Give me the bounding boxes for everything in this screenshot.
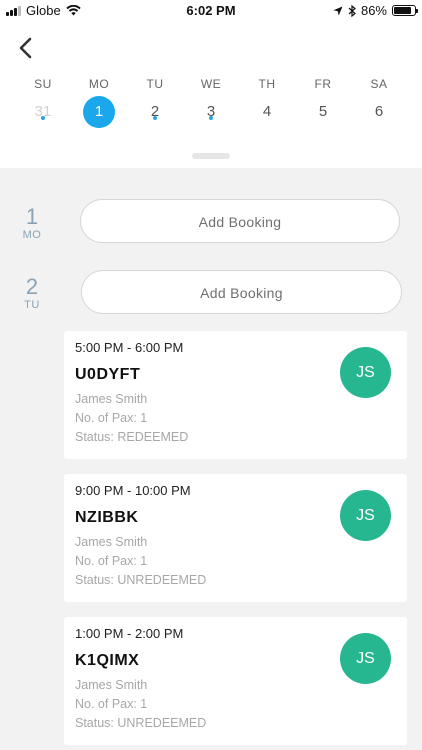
day-of-week-label: SU	[34, 77, 52, 91]
day-number: 31	[34, 103, 52, 120]
day-number: 5	[318, 103, 328, 120]
booking-status: Status: UNREDEEMED	[75, 573, 207, 587]
booking-time: 5:00 PM - 6:00 PM	[75, 340, 184, 355]
add-booking-button[interactable]: Add Booking	[80, 199, 400, 243]
add-booking-button[interactable]: Add Booking	[81, 270, 402, 314]
guest-name: James Smith	[75, 535, 148, 549]
avatar: JS	[340, 347, 391, 398]
booking-card[interactable]: 5:00 PM - 6:00 PM U0DYFT James Smith No.…	[64, 331, 407, 459]
day-of-week-label: TH	[258, 77, 276, 91]
day-number: 6	[374, 103, 384, 120]
booking-code: K1QIMX	[75, 652, 140, 669]
booking-card[interactable]: 1:00 PM - 2:00 PM K1QIMX James Smith No.…	[64, 617, 407, 745]
event-indicator-dot	[209, 116, 213, 120]
date-label-2: 2 TU	[14, 274, 50, 312]
booking-code: NZIBBK	[75, 509, 139, 526]
status-right: 86%	[333, 3, 418, 18]
location-icon	[333, 6, 343, 15]
booking-time: 9:00 PM - 10:00 PM	[75, 483, 191, 498]
day-of-week-label: WE	[200, 77, 222, 91]
date-label-1: 1 MO	[14, 204, 50, 242]
guest-name: James Smith	[75, 678, 148, 692]
day-sa[interactable]: SA 6	[351, 76, 407, 130]
week-strip: SU 31 MO 1 TU 2 WE 3 TH 4 FR 5 SA 6	[15, 76, 407, 130]
calendar-header: Globe 6:02 PM 86% SU 31 MO 1 TU 2 WE 3 TH 4 FR 5 SA 6	[0, 0, 422, 168]
day-of-week-label: TU	[146, 77, 164, 91]
guest-name: James Smith	[75, 392, 148, 406]
pax-count: No. of Pax: 1	[75, 411, 148, 425]
drawer-handle[interactable]	[192, 153, 230, 159]
booking-code: U0DYFT	[75, 366, 141, 383]
day-we[interactable]: WE 3	[183, 76, 239, 130]
booking-status: Status: REDEEMED	[75, 430, 189, 444]
battery-percent: 86%	[360, 3, 387, 18]
date-dow: TU	[24, 299, 40, 311]
day-su[interactable]: SU 31	[15, 76, 71, 130]
date-number: 1	[25, 204, 39, 229]
day-of-week-label: MO	[88, 77, 110, 91]
day-number: 4	[262, 103, 272, 120]
day-number: 1	[83, 96, 115, 128]
pax-count: No. of Pax: 1	[75, 697, 148, 711]
day-of-week-label: SA	[370, 77, 388, 91]
battery-level	[394, 7, 411, 14]
booking-card[interactable]: 9:00 PM - 10:00 PM NZIBBK James Smith No…	[64, 474, 407, 602]
event-indicator-dot	[41, 116, 45, 120]
day-mo[interactable]: MO 1	[71, 76, 127, 130]
avatar: JS	[340, 490, 391, 541]
battery-icon	[392, 5, 418, 16]
booking-time: 1:00 PM - 2:00 PM	[75, 626, 184, 641]
status-bar: Globe 6:02 PM 86%	[0, 0, 422, 22]
pax-count: No. of Pax: 1	[75, 554, 148, 568]
date-number: 2	[25, 274, 39, 299]
day-tu[interactable]: TU 2	[127, 76, 183, 130]
back-chevron-icon[interactable]	[12, 34, 40, 62]
day-number: 3	[206, 103, 216, 120]
day-th[interactable]: TH 4	[239, 76, 295, 130]
date-dow: MO	[22, 229, 42, 241]
event-indicator-dot	[153, 116, 157, 120]
day-fr[interactable]: FR 5	[295, 76, 351, 130]
bluetooth-icon	[348, 4, 356, 17]
avatar: JS	[340, 633, 391, 684]
day-number: 2	[150, 103, 160, 120]
booking-status: Status: UNREDEEMED	[75, 716, 207, 730]
day-of-week-label: FR	[314, 77, 332, 91]
